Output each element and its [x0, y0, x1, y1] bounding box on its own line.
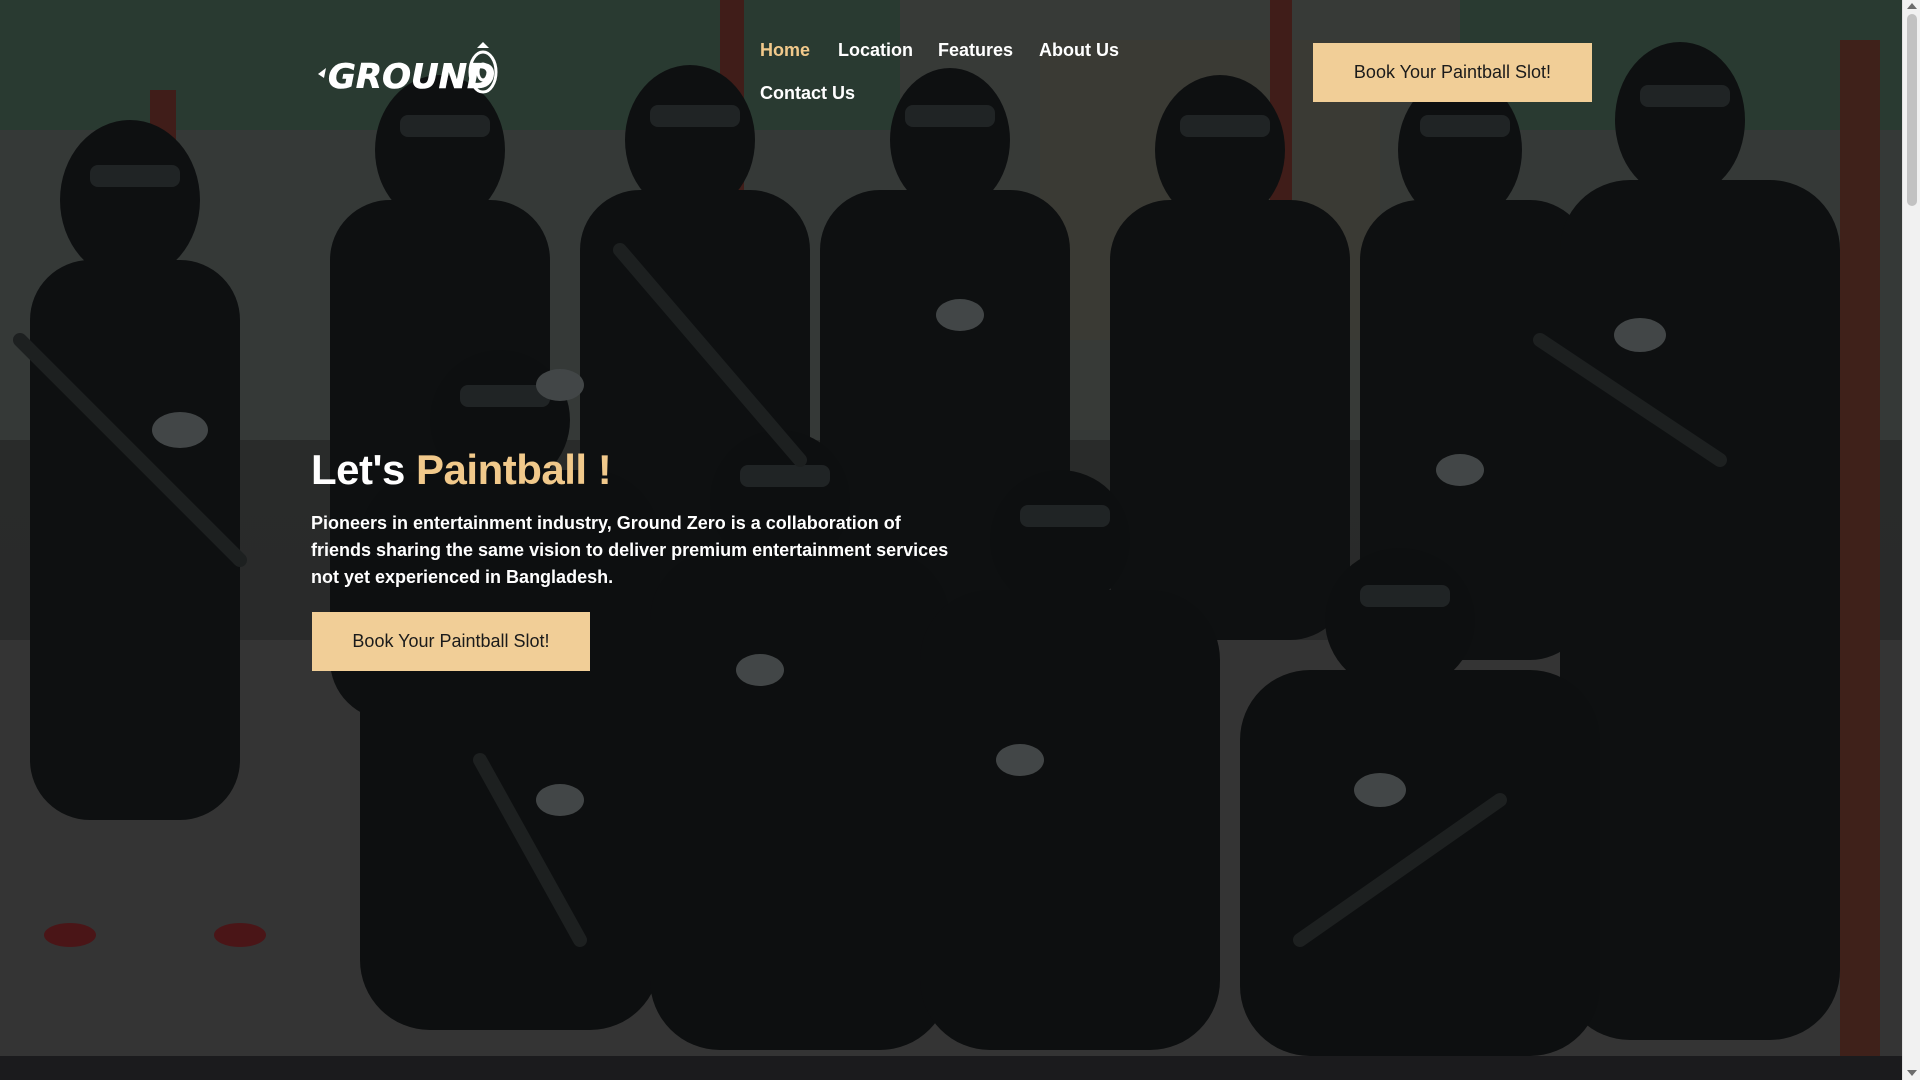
hero-book-slot-button[interactable]: Book Your Paintball Slot!: [312, 612, 590, 671]
nav-item-about-us[interactable]: About Us: [1039, 40, 1119, 61]
nav-item-contact-us[interactable]: Contact Us: [760, 83, 855, 104]
chevron-down-icon[interactable]: [1907, 1070, 1917, 1076]
hero-heading-accent: Paintball !: [416, 446, 612, 493]
next-section-strip: [0, 1056, 1902, 1080]
svg-text:GROUND: GROUND: [328, 57, 495, 97]
ground-zero-logo[interactable]: GROUND: [316, 40, 502, 100]
hero-heading: Let's Paintball !: [311, 446, 612, 494]
chevron-up-icon[interactable]: [1907, 3, 1917, 9]
hero-section: GROUND Home Location Features About Us C…: [0, 0, 1902, 1056]
page-viewport: GROUND Home Location Features About Us C…: [0, 0, 1902, 1080]
hero-description: Pioneers in entertainment industry, Grou…: [311, 513, 949, 587]
nav-item-location[interactable]: Location: [838, 40, 913, 61]
nav-item-features[interactable]: Features: [938, 40, 1013, 61]
hero-heading-plain: Let's: [311, 446, 405, 493]
hero-dark-overlay: [0, 0, 1902, 1056]
nav-item-home[interactable]: Home: [760, 40, 810, 61]
main-navigation: Home Location Features About Us Contact …: [760, 36, 1140, 126]
page-scrollbar[interactable]: [1902, 0, 1920, 1080]
scrollbar-thumb[interactable]: [1907, 14, 1917, 206]
header-book-slot-button[interactable]: Book Your Paintball Slot!: [1313, 43, 1592, 102]
